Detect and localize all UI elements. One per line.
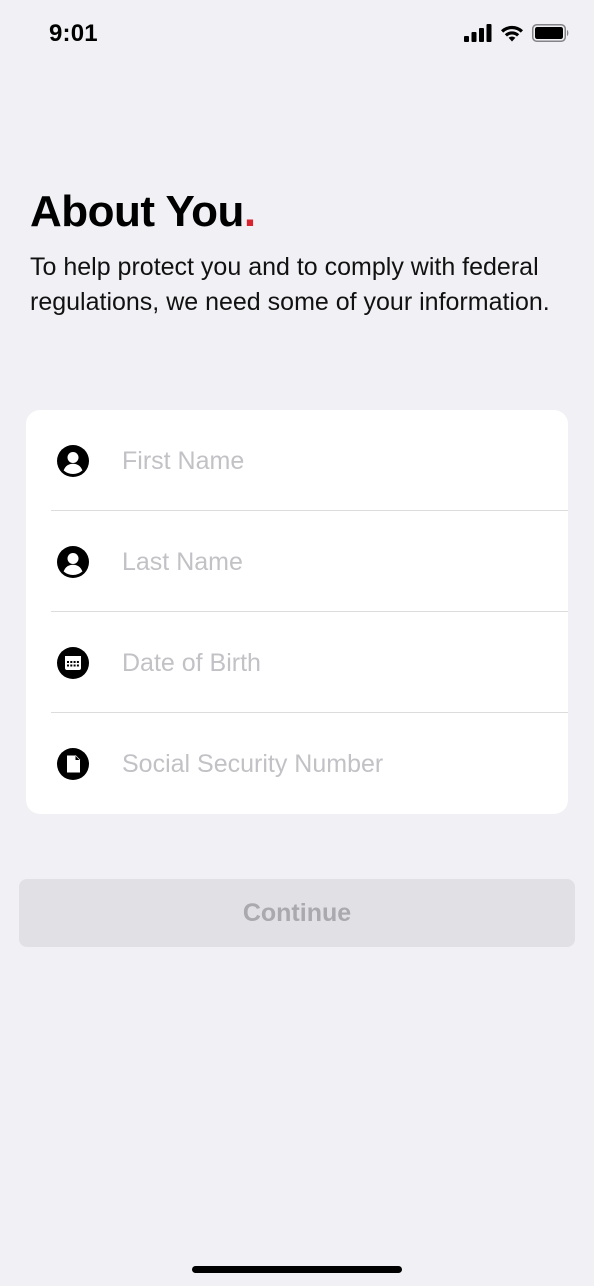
status-bar: 9:01 [0, 0, 594, 72]
date-of-birth-row[interactable] [26, 612, 568, 713]
ssn-input[interactable] [122, 743, 542, 785]
status-icons [464, 24, 570, 42]
calendar-icon [57, 647, 89, 679]
person-icon [57, 445, 89, 477]
page-subtitle: To help protect you and to comply with f… [30, 253, 550, 316]
status-time: 9:01 [49, 20, 98, 47]
page-title: About You. [30, 184, 256, 240]
continue-button[interactable]: Continue [19, 879, 575, 947]
document-icon [57, 748, 89, 780]
first-name-input[interactable] [122, 440, 542, 482]
personal-info-form [26, 410, 568, 814]
wifi-icon [500, 24, 524, 42]
last-name-row[interactable] [26, 511, 568, 612]
date-of-birth-input[interactable] [122, 642, 542, 684]
home-indicator[interactable] [192, 1266, 402, 1273]
title-accent-dot: . [243, 187, 256, 236]
page-title-text: About You [30, 187, 244, 236]
first-name-row[interactable] [26, 410, 568, 511]
ssn-row[interactable] [26, 713, 568, 814]
person-icon [57, 546, 89, 578]
battery-icon [532, 24, 570, 42]
cellular-signal-icon [464, 24, 492, 42]
last-name-input[interactable] [122, 541, 542, 583]
